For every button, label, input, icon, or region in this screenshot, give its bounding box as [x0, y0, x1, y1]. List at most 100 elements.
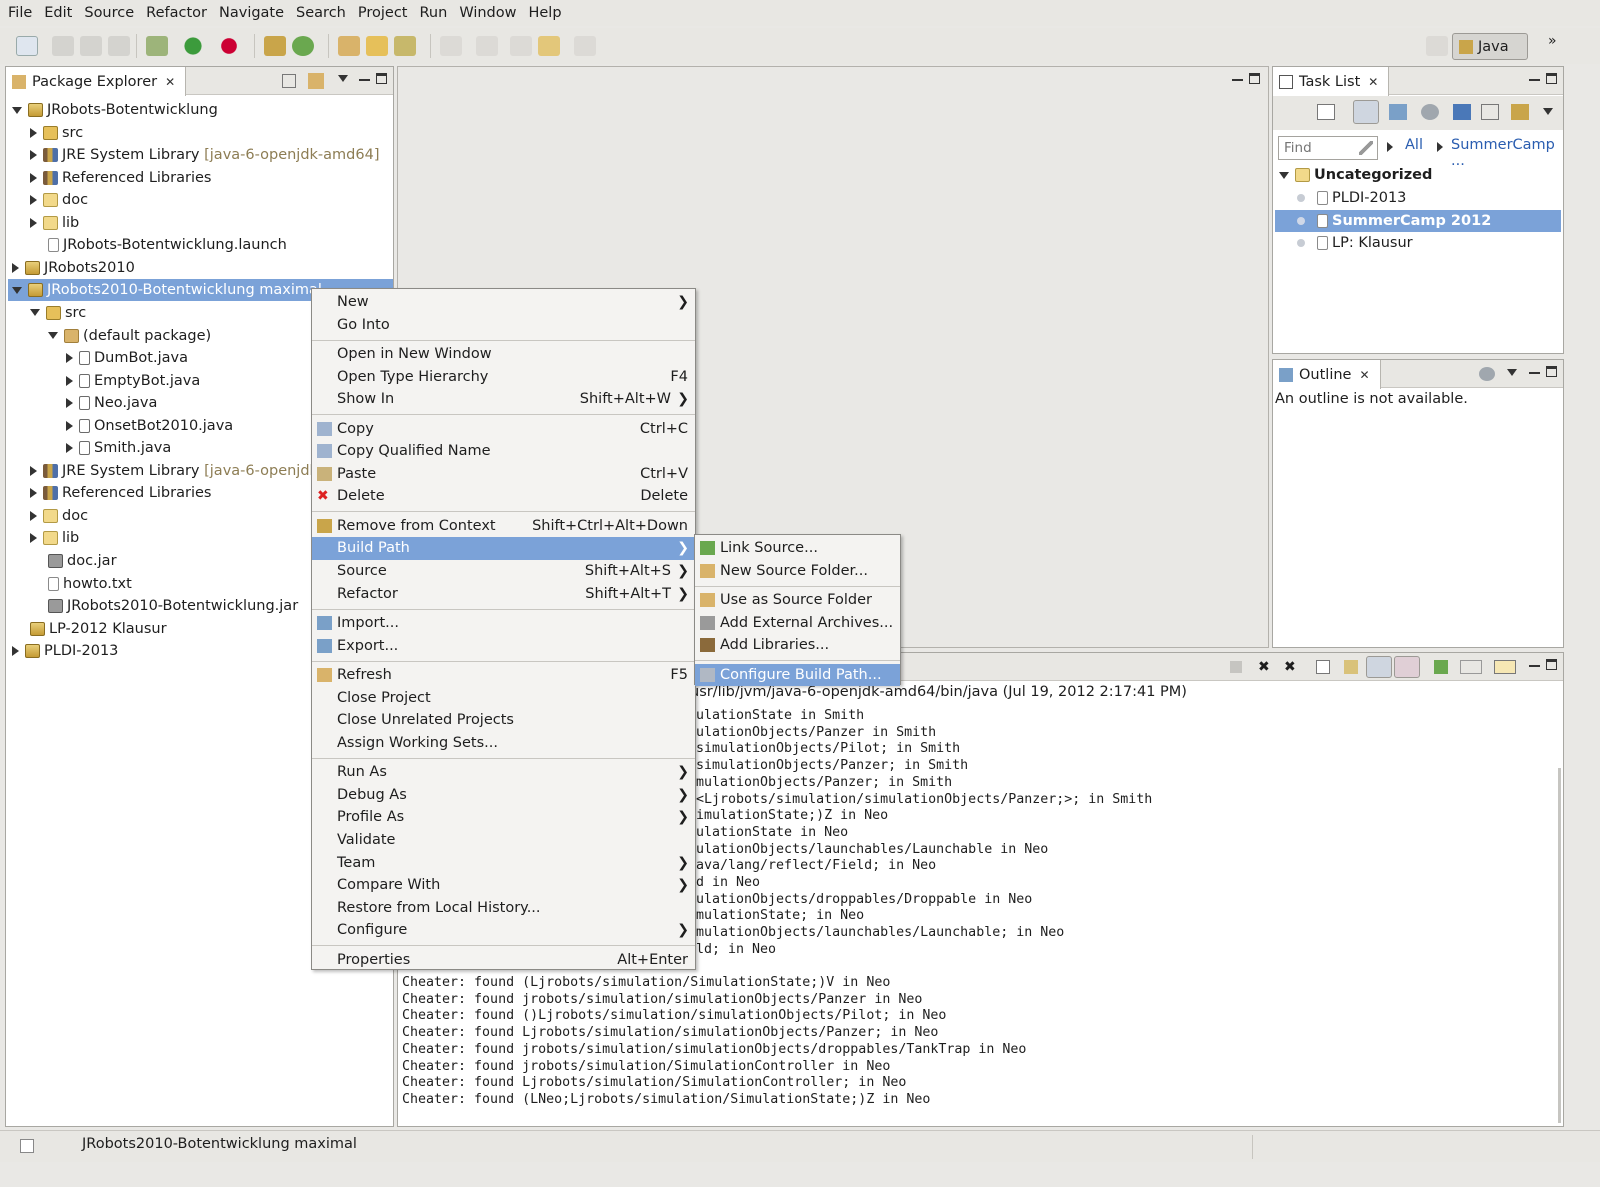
menu-item-show-in[interactable]: Show In Shift+Alt+W ❯: [312, 388, 695, 411]
menu-item-copy-qualified-name[interactable]: Copy Qualified Name: [312, 440, 695, 463]
collapsed-toggle-icon[interactable]: [30, 533, 37, 544]
back-icon[interactable]: [538, 36, 560, 56]
collapsed-toggle-icon[interactable]: [30, 150, 37, 161]
new-wizard-icon[interactable]: [16, 36, 38, 56]
remove-all-launches-icon[interactable]: ✖: [1284, 659, 1296, 675]
terminate-icon[interactable]: [1230, 661, 1242, 673]
menu-item-configure[interactable]: Configure ❯: [312, 919, 695, 942]
menu-item-refresh[interactable]: Refresh F5: [312, 664, 695, 687]
open-task-icon[interactable]: [366, 36, 388, 56]
maximize-icon[interactable]: [376, 73, 387, 84]
collapsed-toggle-icon[interactable]: [30, 488, 37, 499]
save-icon[interactable]: [52, 36, 74, 56]
perspective-overflow-icon[interactable]: »: [1548, 33, 1557, 49]
task-item[interactable]: SummerCamp 2012: [1275, 209, 1561, 232]
tree-item[interactable]: lib: [30, 527, 79, 549]
collapsed-toggle-icon[interactable]: [66, 443, 73, 454]
menu-item-close-unrelated-projects[interactable]: Close Unrelated Projects: [312, 709, 695, 732]
menu-edit[interactable]: Edit: [38, 0, 78, 26]
previous-annotation-icon[interactable]: [476, 36, 498, 56]
filter-all-link[interactable]: All: [1405, 137, 1423, 153]
collapsed-toggle-icon[interactable]: [66, 398, 73, 409]
collapsed-toggle-icon[interactable]: [30, 195, 37, 206]
collapsed-toggle-icon[interactable]: [30, 510, 37, 521]
next-annotation-icon[interactable]: [440, 36, 462, 56]
focus-icon[interactable]: [1421, 104, 1439, 120]
menu-item-import[interactable]: Import...: [312, 612, 695, 635]
minimize-icon[interactable]: [359, 75, 370, 81]
menu-item-close-project[interactable]: Close Project: [312, 687, 695, 710]
tree-item[interactable]: doc: [30, 505, 88, 527]
tree-item[interactable]: howto.txt: [30, 573, 132, 595]
menu-search[interactable]: Search: [290, 0, 352, 26]
expanded-toggle-icon[interactable]: [48, 332, 58, 339]
scheduled-icon[interactable]: [1389, 104, 1407, 120]
close-icon[interactable]: ✕: [1359, 368, 1369, 382]
task-activation-icon[interactable]: [1297, 216, 1305, 225]
remove-launch-icon[interactable]: ✖: [1258, 659, 1270, 675]
task-activation-icon[interactable]: [1297, 194, 1305, 202]
tree-item[interactable]: EmptyBot.java: [66, 370, 200, 392]
menu-item-build-path[interactable]: Build Path ❯: [312, 537, 695, 560]
tree-item[interactable]: lib: [30, 212, 79, 234]
menu-source[interactable]: Source: [78, 0, 140, 26]
display-console-icon[interactable]: [1460, 660, 1482, 674]
scroll-lock-icon[interactable]: [1344, 660, 1358, 674]
menu-item-run-as[interactable]: Run As ❯: [312, 761, 695, 784]
minimize-icon[interactable]: [1529, 368, 1540, 374]
view-menu-icon[interactable]: [1543, 108, 1553, 115]
collapsed-toggle-icon[interactable]: [30, 127, 37, 138]
menu-refactor[interactable]: Refactor: [140, 0, 213, 26]
menu-item-export[interactable]: Export...: [312, 635, 695, 658]
menu-navigate[interactable]: Navigate: [213, 0, 290, 26]
menu-item-debug-as[interactable]: Debug As ❯: [312, 784, 695, 807]
tree-item[interactable]: Smith.java: [66, 437, 171, 459]
minimize-icon[interactable]: [1529, 661, 1540, 667]
menu-item-team[interactable]: Team ❯: [312, 852, 695, 875]
tree-item[interactable]: doc.jar: [30, 550, 117, 572]
tree-item[interactable]: (default package): [48, 325, 211, 347]
open-perspective-icon[interactable]: [1426, 36, 1448, 56]
tab-package-explorer[interactable]: Package Explorer ✕: [6, 67, 187, 96]
external-tools-icon[interactable]: [218, 36, 240, 56]
tree-item[interactable]: src: [30, 122, 83, 144]
tree-item[interactable]: JRobots-Botentwicklung.launch: [30, 234, 287, 256]
view-menu-icon[interactable]: [338, 75, 348, 82]
menu-run[interactable]: Run: [414, 0, 454, 26]
clear-find-icon[interactable]: [1359, 141, 1373, 155]
menu-file[interactable]: File: [2, 0, 38, 26]
collapse-all-icon[interactable]: [1481, 104, 1499, 120]
find-box[interactable]: [1278, 136, 1378, 160]
tree-item[interactable]: src: [30, 302, 86, 324]
pin-console-icon[interactable]: [1434, 660, 1448, 674]
focus-active-task-icon[interactable]: [1479, 367, 1495, 381]
menu-item-new-source-folder[interactable]: New Source Folder...: [695, 560, 900, 583]
tree-item[interactable]: doc: [30, 189, 88, 211]
expanded-toggle-icon[interactable]: [12, 106, 22, 114]
expand-toggle-icon[interactable]: [1279, 171, 1289, 179]
categorized-icon[interactable]: [1353, 100, 1379, 124]
menu-item-new[interactable]: New ❯: [312, 291, 695, 314]
collapsed-toggle-icon[interactable]: [30, 217, 37, 228]
tab-task-list[interactable]: Task List ✕: [1273, 67, 1390, 96]
search-icon[interactable]: [394, 36, 416, 56]
menu-window[interactable]: Window: [453, 0, 522, 26]
task-category-uncategorized[interactable]: Uncategorized: [1279, 164, 1432, 186]
collapsed-toggle-icon[interactable]: [66, 420, 73, 431]
collapsed-toggle-icon[interactable]: [12, 646, 19, 657]
maximize-icon[interactable]: [1546, 73, 1557, 84]
menu-item-paste[interactable]: Paste Ctrl+V: [312, 463, 695, 486]
new-class-icon[interactable]: [292, 36, 314, 56]
print-icon[interactable]: [108, 36, 130, 56]
menu-item-use-as-source-folder[interactable]: Use as Source Folder: [695, 589, 900, 612]
menu-item-go-into[interactable]: Go Into: [312, 314, 695, 337]
close-icon[interactable]: ✕: [165, 75, 175, 89]
menu-item-refactor[interactable]: Refactor Shift+Alt+T ❯: [312, 583, 695, 606]
menu-item-delete[interactable]: ✖ Delete Delete: [312, 485, 695, 508]
open-console-icon[interactable]: [1494, 660, 1516, 674]
close-icon[interactable]: ✕: [1368, 75, 1378, 89]
menu-help[interactable]: Help: [522, 0, 567, 26]
tree-item[interactable]: PLDI-2013: [12, 640, 118, 662]
menu-item-open-in-new-window[interactable]: Open in New Window: [312, 343, 695, 366]
tree-item[interactable]: JRobots2010-Botentwicklung.jar: [30, 595, 298, 617]
